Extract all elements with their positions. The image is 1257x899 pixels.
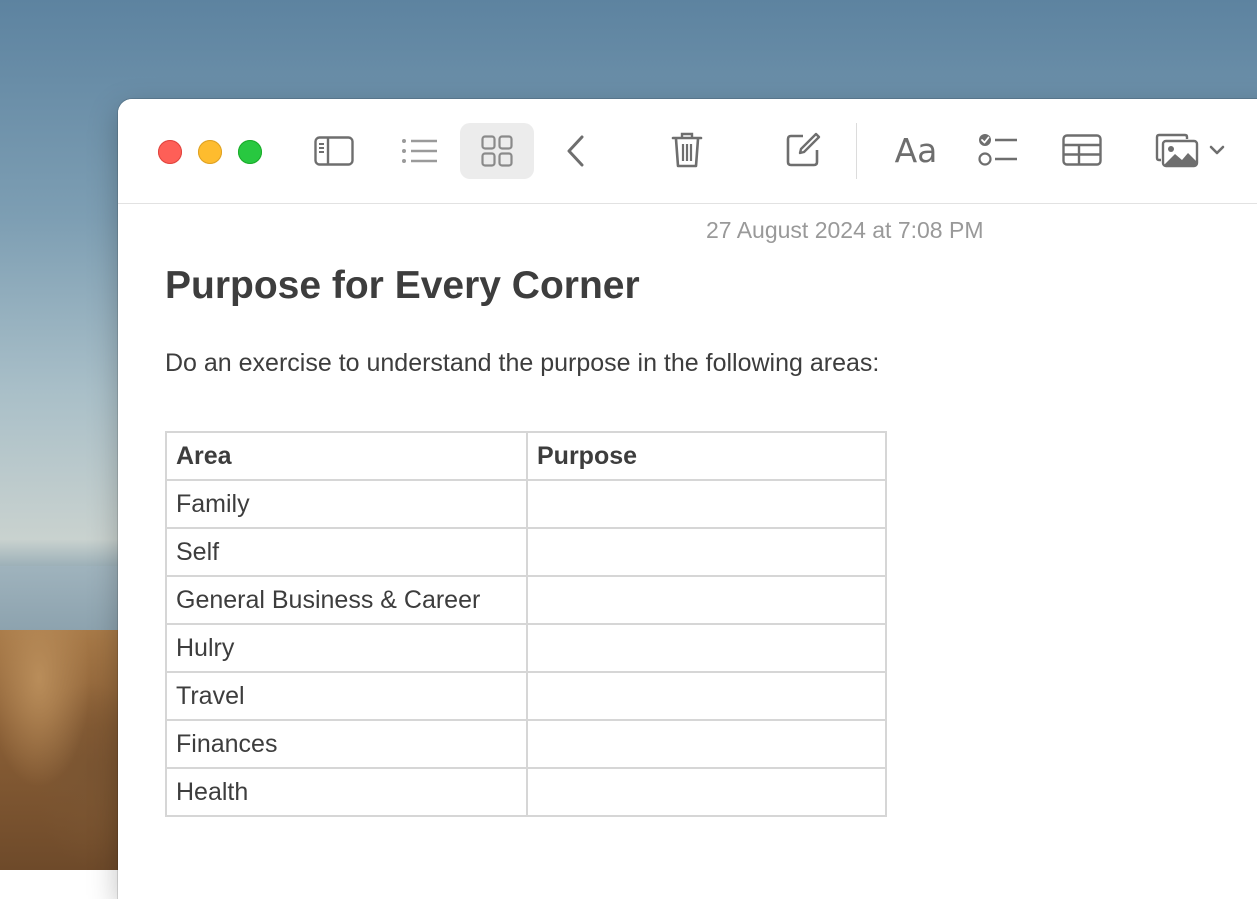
- table-cell[interactable]: Travel: [165, 671, 528, 721]
- table-row: Travel: [165, 671, 887, 721]
- sidebar-icon: [314, 136, 354, 166]
- table-header-cell[interactable]: Area: [165, 431, 528, 481]
- table-cell[interactable]: General Business & Career: [165, 575, 528, 625]
- note-date: 27 August 2024 at 7:08 PM: [706, 217, 984, 243]
- table-cell[interactable]: [526, 575, 887, 625]
- media-icon: [1155, 132, 1199, 168]
- table-cell[interactable]: Finances: [165, 719, 528, 769]
- notes-window: Aa 27 August 2024 at 7:08 PM Purpose for…: [118, 99, 1257, 899]
- compose-icon: [785, 132, 821, 168]
- table-header-row: Area Purpose: [165, 431, 887, 481]
- table-cell[interactable]: [526, 767, 887, 817]
- wallpaper-sea: [0, 566, 130, 636]
- delete-note-button[interactable]: [664, 127, 710, 173]
- table-row: Finances: [165, 719, 887, 769]
- table-cell[interactable]: [526, 671, 887, 721]
- wallpaper-rocks: [0, 630, 130, 870]
- table-cell[interactable]: [526, 719, 887, 769]
- new-note-button[interactable]: [780, 127, 826, 173]
- table-cell[interactable]: Self: [165, 527, 528, 577]
- note-editor[interactable]: 27 August 2024 at 7:08 PM Purpose for Ev…: [118, 204, 1257, 899]
- trash-icon: [671, 131, 703, 169]
- table-cell[interactable]: Health: [165, 767, 528, 817]
- insert-table-button[interactable]: [1058, 127, 1106, 173]
- chevron-left-icon: [566, 135, 586, 167]
- table-icon: [1062, 134, 1102, 166]
- format-button[interactable]: Aa: [890, 127, 942, 173]
- table-row: Family: [165, 479, 887, 529]
- chevron-down-icon: [1209, 145, 1225, 155]
- insert-media-button[interactable]: [1148, 127, 1232, 173]
- note-body-text[interactable]: Do an exercise to understand the purpose…: [165, 349, 879, 378]
- close-window-button[interactable]: [158, 140, 182, 164]
- table-row: General Business & Career: [165, 575, 887, 625]
- table-cell[interactable]: Hulry: [165, 623, 528, 673]
- table-row: Health: [165, 767, 887, 817]
- gallery-view-button[interactable]: [460, 123, 534, 179]
- table-cell[interactable]: Family: [165, 479, 528, 529]
- table-row: Hulry: [165, 623, 887, 673]
- table-cell[interactable]: [526, 527, 887, 577]
- toolbar: Aa: [118, 99, 1257, 204]
- format-text-icon: Aa: [894, 130, 938, 170]
- list-view-icon: [401, 137, 439, 165]
- list-view-button[interactable]: [396, 129, 444, 173]
- note-title[interactable]: Purpose for Every Corner: [165, 264, 640, 308]
- purpose-table[interactable]: Area Purpose Family Self General Busines…: [165, 431, 887, 817]
- table-header-cell[interactable]: Purpose: [526, 431, 887, 481]
- maximize-window-button[interactable]: [238, 140, 262, 164]
- toolbar-divider: [856, 123, 857, 179]
- toggle-sidebar-button[interactable]: [310, 129, 358, 173]
- checklist-button[interactable]: [974, 127, 1022, 173]
- gallery-view-icon: [481, 135, 513, 167]
- minimize-window-button[interactable]: [198, 140, 222, 164]
- checklist-icon: [978, 133, 1018, 167]
- table-row: Self: [165, 527, 887, 577]
- table-cell[interactable]: [526, 623, 887, 673]
- back-button[interactable]: [556, 129, 596, 173]
- table-cell[interactable]: [526, 479, 887, 529]
